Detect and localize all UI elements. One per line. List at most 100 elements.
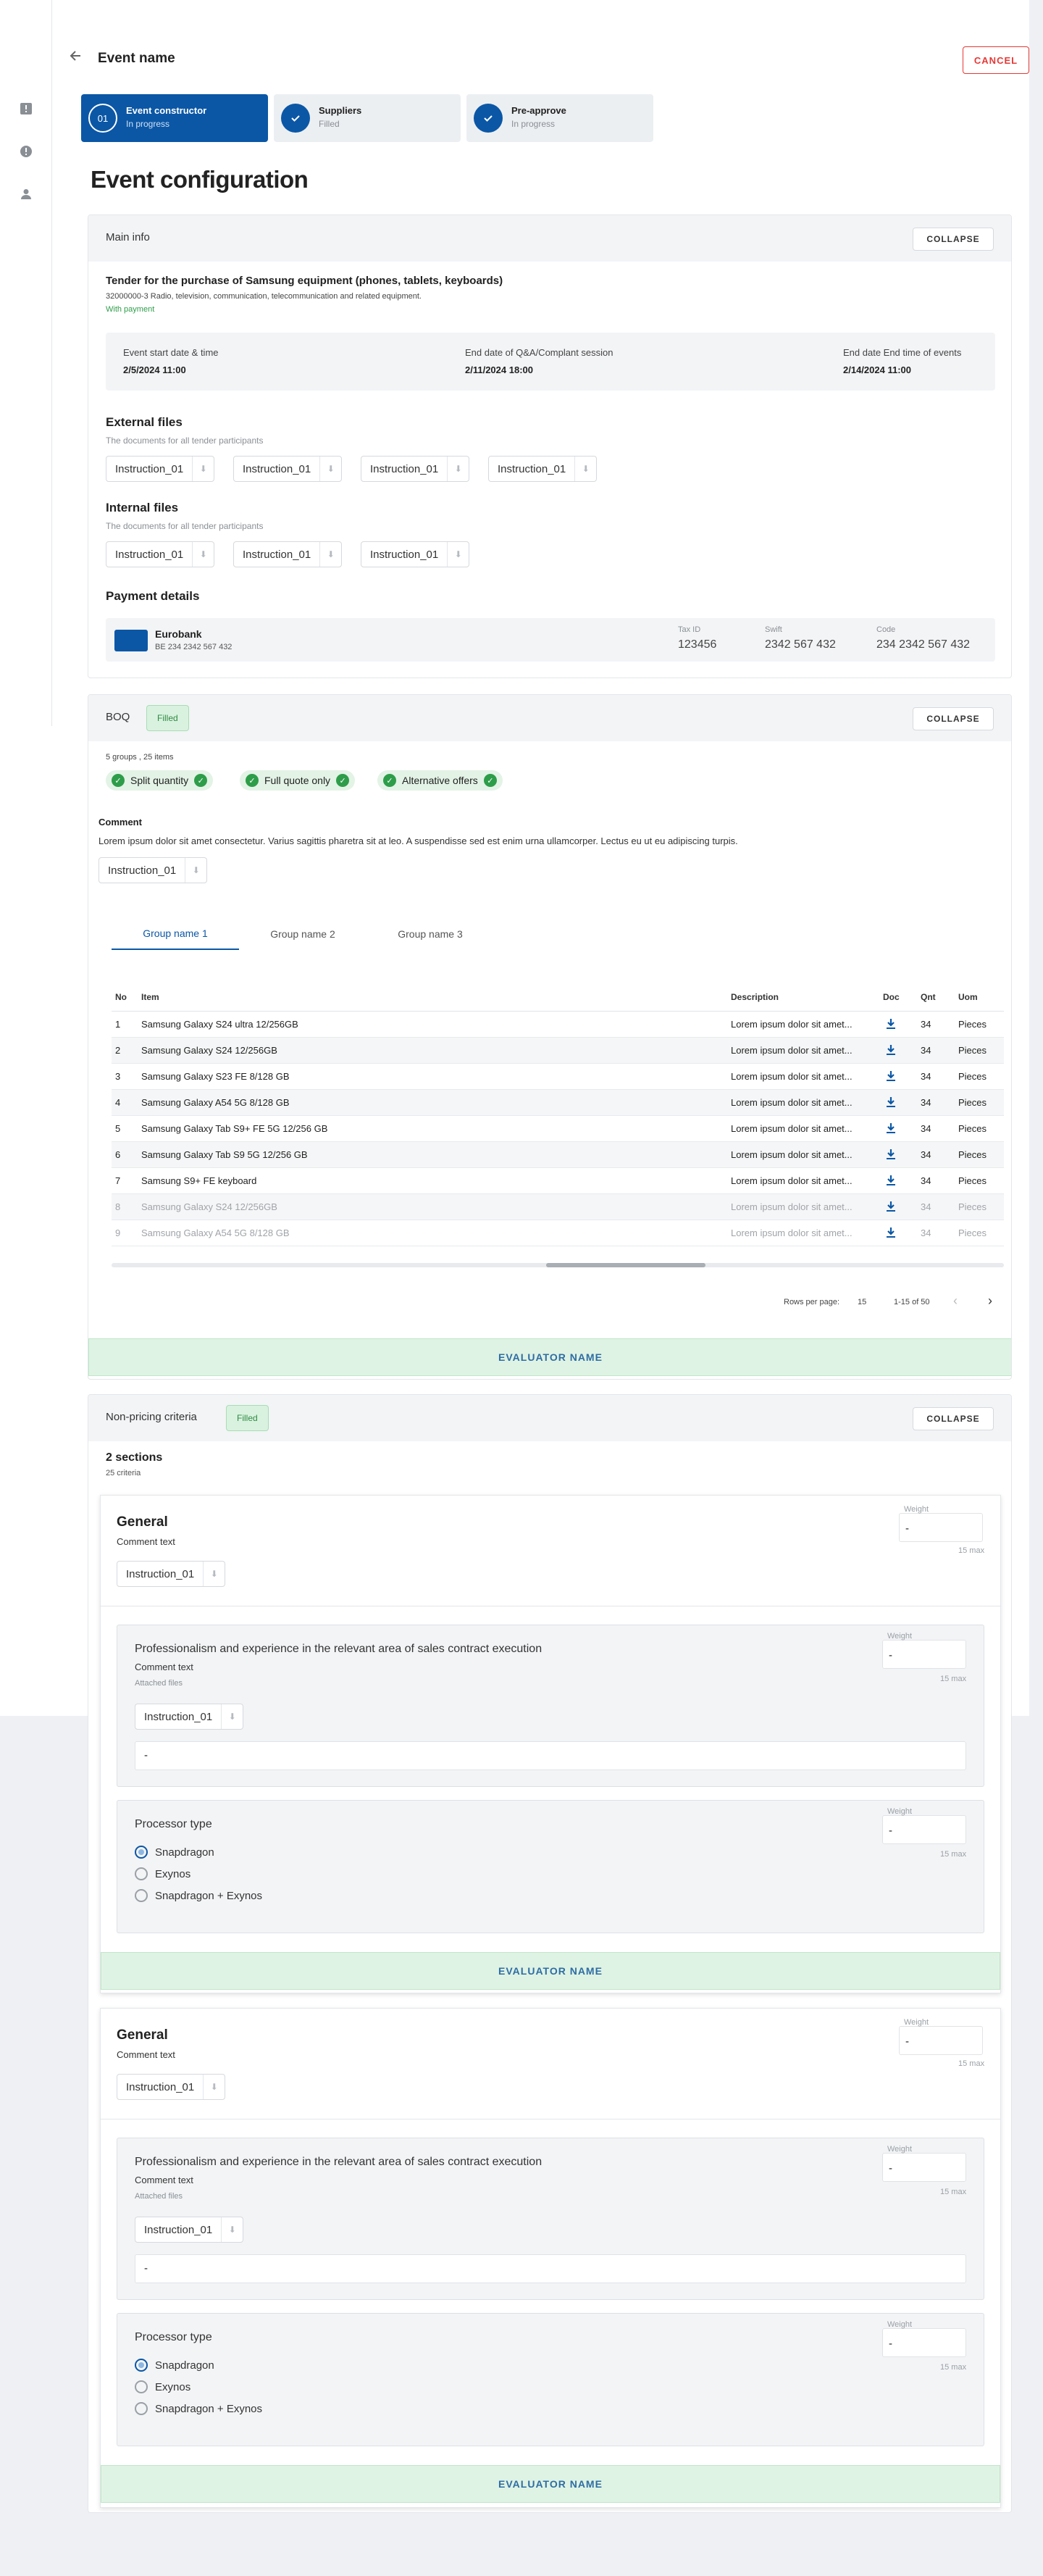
weight-input[interactable]: Weight - <box>899 1505 983 1542</box>
download-icon[interactable] <box>883 1016 899 1032</box>
weight-max: 15 max <box>940 2188 967 2196</box>
horizontal-scrollbar[interactable] <box>112 1263 1004 1267</box>
weight-input[interactable]: Weight - <box>882 1632 966 1669</box>
radio-option[interactable]: Snapdragon <box>135 2359 214 2372</box>
weight-input[interactable]: Weight - <box>899 2018 983 2055</box>
download-icon[interactable]: ⬇ <box>185 858 206 883</box>
step-suppliers[interactable]: Suppliers Filled <box>274 94 461 142</box>
back-arrow-icon[interactable] <box>67 49 84 67</box>
doc-cell[interactable] <box>879 1089 917 1116</box>
radio-icon <box>135 2402 148 2415</box>
pagination-range: 1-15 of 50 <box>894 1298 930 1306</box>
rows-per-page-select[interactable]: 15 <box>858 1298 866 1306</box>
file-chip[interactable]: Instruction_01 ⬇ <box>106 541 215 567</box>
file-chip[interactable]: Instruction_01 ⬇ <box>99 857 208 883</box>
weight-input[interactable]: Weight - <box>882 2145 966 2182</box>
download-icon[interactable]: ⬇ <box>221 1704 243 1729</box>
doc-cell[interactable] <box>879 1037 917 1064</box>
doc-cell[interactable] <box>879 1193 917 1220</box>
download-icon[interactable]: ⬇ <box>203 1562 225 1586</box>
date-value: 2/14/2024 11:00 <box>843 364 911 375</box>
criterion-box: Professionalism and experience in the re… <box>117 1625 984 1787</box>
download-icon[interactable] <box>883 1094 899 1110</box>
next-page-icon[interactable]: › <box>988 1293 992 1309</box>
file-chip[interactable]: Instruction_01 ⬇ <box>135 2217 244 2243</box>
table-row: 7 Samsung S9+ FE keyboard Lorem ipsum dolo… <box>112 1167 1004 1194</box>
doc-cell[interactable] <box>879 1115 917 1142</box>
file-chip[interactable]: Instruction_01 ⬇ <box>117 2074 226 2100</box>
weight-input[interactable]: Weight - <box>882 1807 966 1844</box>
evaluator-name-bar[interactable]: EVALUATOR NAME <box>101 2465 1000 2503</box>
file-chip[interactable]: Instruction_01 ⬇ <box>233 456 343 482</box>
radio-icon <box>135 1889 148 1902</box>
row-number: 4 <box>112 1089 138 1116</box>
step-name: Suppliers <box>319 105 362 116</box>
date-label: End date End time of events <box>843 347 962 358</box>
step-pre-approve[interactable]: Pre-approve In progress <box>466 94 653 142</box>
sections-count: 2 sections <box>106 1451 163 1464</box>
download-icon[interactable]: ⬇ <box>192 542 214 567</box>
doc-cell[interactable] <box>879 1011 917 1038</box>
download-icon[interactable] <box>883 1146 899 1162</box>
check-icon <box>281 104 310 133</box>
download-icon[interactable]: ⬇ <box>319 457 341 481</box>
left-sidebar <box>0 0 52 726</box>
tab-group-1[interactable]: Group name 1 <box>112 918 239 950</box>
doc-cell[interactable] <box>879 1167 917 1194</box>
tab-group-2[interactable]: Group name 2 <box>239 918 366 950</box>
alert-square-icon[interactable] <box>19 101 33 116</box>
collapse-button[interactable]: COLLAPSE <box>913 1407 994 1430</box>
scrollbar-thumb[interactable] <box>546 1263 705 1267</box>
evaluator-name-bar[interactable]: EVALUATOR NAME <box>88 1338 1011 1376</box>
item-name: Samsung Galaxy S23 FE 8/128 GB <box>138 1063 727 1090</box>
download-icon[interactable]: ⬇ <box>447 457 469 481</box>
tab-group-3[interactable]: Group name 3 <box>366 918 494 950</box>
radio-option[interactable]: Snapdragon <box>135 1846 214 1859</box>
download-icon[interactable] <box>883 1120 899 1136</box>
download-icon[interactable] <box>883 1225 899 1241</box>
download-icon[interactable]: ⬇ <box>447 542 469 567</box>
info-circle-icon[interactable] <box>19 144 33 159</box>
download-icon[interactable]: ⬇ <box>319 542 341 567</box>
collapse-button[interactable]: COLLAPSE <box>913 228 994 251</box>
item-description: Lorem ipsum dolor sit amet... <box>727 1141 879 1168</box>
criterion-value-field[interactable]: - <box>135 1741 966 1770</box>
download-icon[interactable] <box>883 1199 899 1214</box>
radio-option[interactable]: Snapdragon + Exynos <box>135 1889 262 1902</box>
file-chip[interactable]: Instruction_01 ⬇ <box>233 541 343 567</box>
file-chip[interactable]: Instruction_01 ⬇ <box>361 541 470 567</box>
radio-option[interactable]: Exynos <box>135 1867 190 1880</box>
collapse-button[interactable]: COLLAPSE <box>913 707 994 730</box>
radio-option[interactable]: Exynos <box>135 2380 190 2393</box>
doc-cell[interactable] <box>879 1220 917 1246</box>
date-label: End date of Q&A/Complant session <box>465 347 613 358</box>
step-event-constructor[interactable]: 01 Event constructor In progress <box>81 94 268 142</box>
download-icon[interactable]: ⬇ <box>574 457 596 481</box>
download-icon[interactable]: ⬇ <box>192 457 214 481</box>
criterion-value-field[interactable]: - <box>135 2254 966 2283</box>
download-icon[interactable]: ⬇ <box>203 2075 225 2099</box>
file-chip[interactable]: Instruction_01 ⬇ <box>361 456 470 482</box>
download-icon[interactable] <box>883 1068 899 1084</box>
download-icon[interactable] <box>883 1172 899 1188</box>
unit: Pieces <box>955 1220 1004 1246</box>
file-name: Instruction_01 <box>243 462 311 475</box>
radio-option[interactable]: Snapdragon + Exynos <box>135 2402 262 2415</box>
file-chip[interactable]: Instruction_01 ⬇ <box>117 1561 226 1587</box>
download-icon[interactable] <box>883 1042 899 1058</box>
file-chip[interactable]: Instruction_01 ⬇ <box>135 1704 244 1730</box>
criterion-title: Professionalism and experience in the re… <box>135 1643 543 1655</box>
evaluator-name-bar[interactable]: EVALUATOR NAME <box>101 1952 1000 1990</box>
download-icon[interactable]: ⬇ <box>221 2217 243 2242</box>
file-chip[interactable]: Instruction_01 ⬇ <box>488 456 598 482</box>
unit: Pieces <box>955 1193 1004 1220</box>
file-chip[interactable]: Instruction_01 ⬇ <box>106 456 215 482</box>
user-icon[interactable] <box>19 187 33 201</box>
card-title: BOQ <box>106 711 130 723</box>
doc-cell[interactable] <box>879 1141 917 1168</box>
cancel-button[interactable]: CANCEL <box>963 46 1029 74</box>
check-circle-icon: ✓ <box>112 774 125 787</box>
weight-input[interactable]: Weight - <box>882 2320 966 2357</box>
doc-cell[interactable] <box>879 1063 917 1090</box>
prev-page-icon[interactable]: ‹ <box>953 1293 958 1309</box>
